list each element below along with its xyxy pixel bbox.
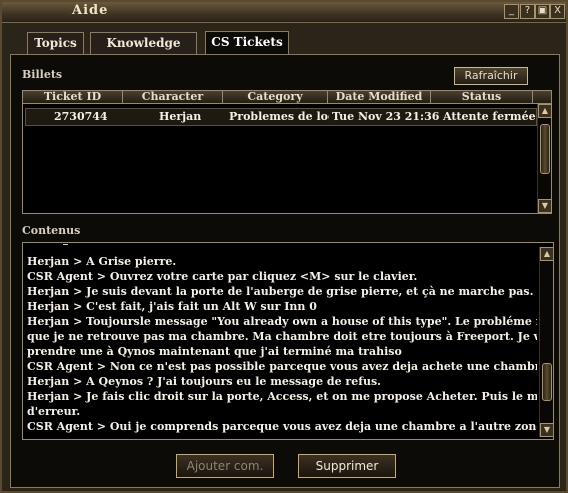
refresh-button[interactable]: Rafraîchir [454, 67, 528, 85]
message-line: Herjan > C'est fait, j'ais fait un Alt W… [27, 300, 317, 313]
tab-knowledge-base[interactable]: Knowledge Base [90, 32, 197, 70]
restore-button[interactable]: ▣ [535, 4, 550, 19]
cell-status: Attente fermée [443, 110, 536, 123]
help-window: Aide _ ? ▣ X Topics Knowledge Base CS Ti… [0, 0, 568, 493]
scroll-down-arrow-icon[interactable]: ▼ [538, 199, 552, 213]
tickets-section-label: Billets [22, 68, 63, 81]
cell-character: Herjan [159, 110, 202, 123]
message-line: d'erreur. [27, 405, 81, 418]
scroll-up-arrow-icon[interactable]: ▲ [540, 247, 553, 261]
column-header-spacer [533, 91, 551, 104]
column-header-character[interactable]: Character [123, 91, 223, 104]
column-header-date-modified[interactable]: Date Modified [328, 91, 431, 104]
message-line: Herjan > Toujoursle message "You already… [27, 315, 537, 328]
text-cursor [63, 244, 68, 248]
tab-topics[interactable]: Topics [27, 32, 84, 54]
minimize-button[interactable]: _ [504, 4, 519, 19]
cell-ticket-id: 2730744 [54, 110, 108, 123]
scroll-up-arrow-icon[interactable]: ▲ [538, 104, 552, 118]
column-header-status[interactable]: Status [431, 91, 533, 104]
column-header-ticket-id[interactable]: Ticket ID [23, 91, 123, 104]
help-icon-button[interactable]: ? [520, 4, 535, 19]
message-line: CSR Agent > Ouvrez votre carte par cliqu… [27, 270, 418, 283]
message-line: Herjan > Je fais clic droit sur la porte… [27, 390, 537, 403]
cell-date-modified: Tue Nov 23 21:36:.. [332, 110, 439, 123]
tickets-table: Ticket ID Character Category Date Modifi… [22, 90, 552, 214]
scroll-thumb[interactable] [542, 363, 552, 401]
window-title: Aide [72, 3, 109, 18]
message-line: CSR Agent > Oui je comprends parceque vo… [27, 420, 537, 433]
cell-category: Problemes de loge.. [229, 110, 329, 123]
close-button[interactable]: X [550, 4, 565, 19]
column-header-category[interactable]: Category [223, 91, 328, 104]
message-line: Herjan > A Qeynos ? J'ai toujours eu le … [27, 375, 381, 388]
tickets-table-header: Ticket ID Character Category Date Modifi… [23, 91, 551, 104]
scroll-thumb[interactable] [540, 124, 550, 174]
message-line: prendre une à Qynos maintenant que j'ai … [27, 345, 402, 358]
content-text-area[interactable]: Herjan > A Grise pierre. CSR Agent > Ouv… [22, 242, 554, 440]
delete-button[interactable]: Supprimer [298, 454, 396, 478]
message-line: Herjan > A Grise pierre. [27, 255, 177, 268]
message-line: Herjan > Je suis devant la porte de l'au… [27, 285, 534, 298]
tickets-scrollbar[interactable]: ▲ ▼ [537, 104, 552, 213]
content-scrollbar[interactable]: ▲ ▼ [539, 247, 553, 437]
message-line: que je ne retrouve pas ma chambre. Ma ch… [27, 330, 537, 343]
message-line: CSR Agent > Non ce n'est pas possible pa… [27, 360, 537, 373]
scroll-down-arrow-icon[interactable]: ▼ [540, 423, 553, 437]
content-section-label: Contenus [22, 224, 81, 237]
tab-cs-tickets[interactable]: CS Tickets [205, 31, 289, 55]
title-bar[interactable]: Aide _ ? ▣ X [2, 2, 566, 23]
add-comment-button[interactable]: Ajouter com. [176, 454, 274, 478]
table-row[interactable]: 2730744 Herjan Problemes de loge.. Tue N… [25, 108, 537, 126]
